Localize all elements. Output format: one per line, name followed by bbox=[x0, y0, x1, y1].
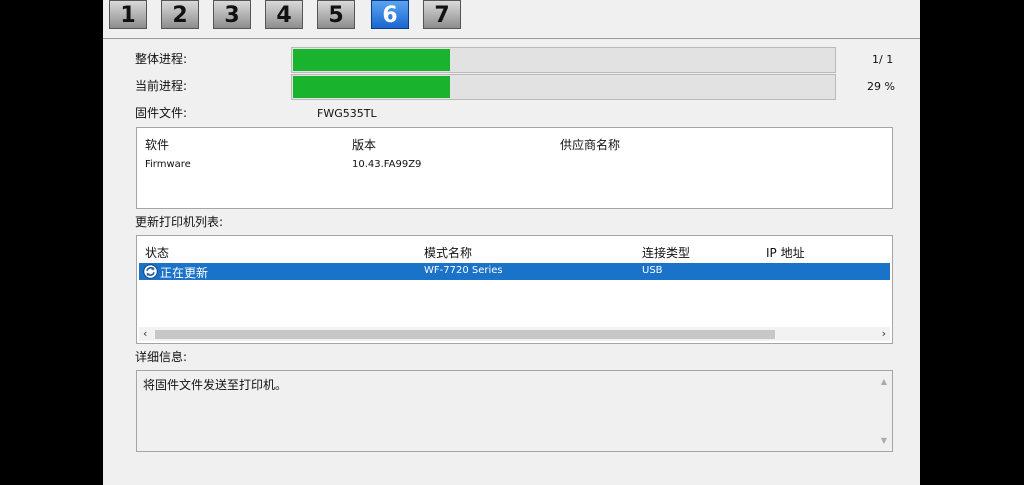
scroll-left-icon[interactable]: ‹ bbox=[143, 327, 147, 341]
scrollbar-thumb[interactable] bbox=[155, 330, 775, 339]
details-textarea[interactable]: 将固件文件发送至打印机。 ▲ ▼ bbox=[136, 370, 893, 452]
col-version: 版本 bbox=[352, 138, 377, 152]
current-progress-fill bbox=[293, 76, 451, 98]
divider bbox=[103, 38, 920, 39]
step-5: 5 bbox=[317, 0, 355, 29]
col-status: 状态 bbox=[145, 246, 170, 260]
horizontal-scrollbar[interactable]: ‹ › bbox=[139, 327, 890, 341]
row-model-name: WF-7720 Series bbox=[424, 265, 503, 276]
scroll-right-icon[interactable]: › bbox=[882, 327, 886, 341]
firmware-row-software: Firmware bbox=[145, 159, 191, 170]
step-4: 4 bbox=[265, 0, 303, 29]
table-row[interactable]: 正在更新 WF-7720 Series USB bbox=[139, 263, 890, 280]
printer-list-label: 更新打印机列表: bbox=[135, 215, 224, 229]
current-progress-bar bbox=[291, 74, 836, 100]
firmware-file-label: 固件文件: bbox=[135, 106, 188, 120]
row-connection-type: USB bbox=[642, 265, 663, 276]
col-connection-type: 连接类型 bbox=[642, 246, 691, 260]
overall-progress-label: 整体进程: bbox=[135, 52, 188, 66]
firmware-row-version: 10.43.FA99Z9 bbox=[352, 159, 422, 170]
details-label: 详细信息: bbox=[135, 350, 188, 364]
details-text: 将固件文件发送至打印机。 bbox=[143, 378, 288, 392]
col-vendor: 供应商名称 bbox=[560, 138, 621, 152]
col-ip-address: IP 地址 bbox=[766, 246, 805, 260]
step-7: 7 bbox=[423, 0, 461, 29]
overall-progress-fill bbox=[293, 49, 451, 71]
overall-progress-bar bbox=[291, 47, 836, 73]
current-progress-label: 当前进程: bbox=[135, 79, 188, 93]
col-software: 软件 bbox=[145, 138, 170, 152]
firmware-updater-window: 1 2 3 4 5 6 7 整体进程: 1/ 1 当前进程: 29 % 固件文件… bbox=[103, 0, 920, 485]
scroll-up-icon[interactable]: ▲ bbox=[881, 377, 887, 386]
firmware-table: 软件 版本 供应商名称 Firmware 10.43.FA99Z9 bbox=[136, 127, 893, 209]
step-6-active: 6 bbox=[371, 0, 409, 29]
overall-progress-value: 1/ 1 bbox=[872, 53, 894, 66]
scroll-down-icon[interactable]: ▼ bbox=[881, 436, 887, 445]
col-model-name: 模式名称 bbox=[424, 246, 473, 260]
current-progress-value: 29 % bbox=[867, 80, 895, 93]
firmware-file-value: FWG535TL bbox=[317, 107, 377, 120]
refresh-icon bbox=[143, 264, 158, 279]
step-2: 2 bbox=[161, 0, 199, 29]
step-3: 3 bbox=[213, 0, 251, 29]
printer-list-table: 状态 模式名称 连接类型 IP 地址 正在更新 WF-7720 Series U… bbox=[136, 235, 893, 344]
row-status: 正在更新 bbox=[160, 266, 209, 280]
step-1: 1 bbox=[109, 0, 147, 29]
